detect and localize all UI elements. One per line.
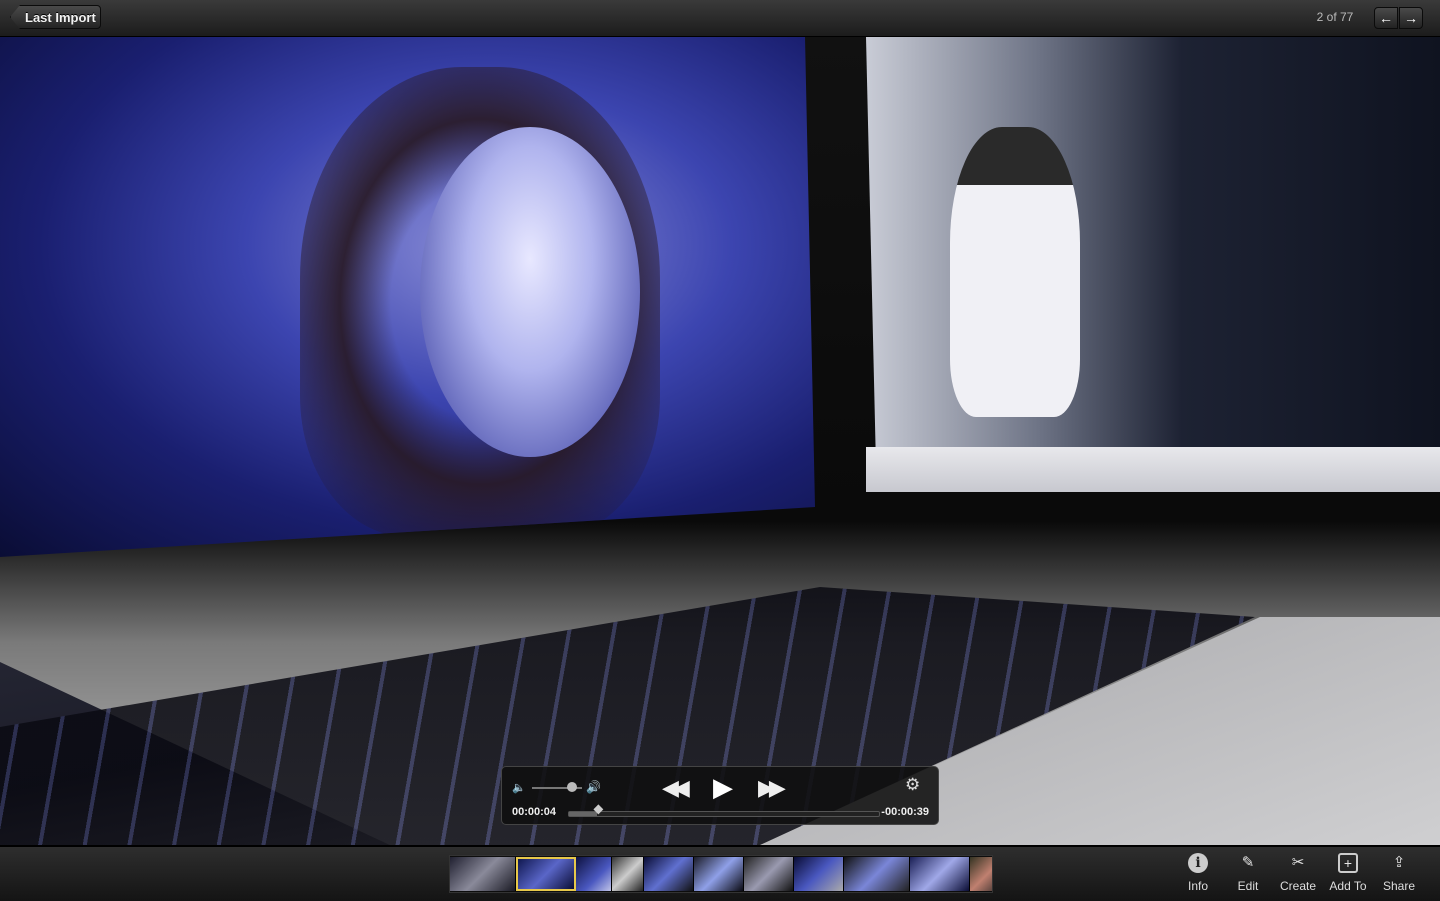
next-button[interactable]: → <box>1399 7 1423 29</box>
video-controls-hud: 🔈 🔊 ◀◀ ▶ ▶▶ ⚙ 00:00:04 -00:00:39 <box>501 766 939 825</box>
play-button[interactable]: ▶ <box>713 772 733 803</box>
info-icon: i <box>1188 853 1208 873</box>
fast-forward-button[interactable]: ▶▶ <box>758 775 786 801</box>
create-button[interactable]: ✂ Create <box>1273 853 1323 897</box>
filmstrip-thumbnail[interactable] <box>794 857 844 891</box>
settings-button[interactable]: ⚙ <box>905 775 920 795</box>
create-label: Create <box>1279 879 1317 893</box>
edit-label: Edit <box>1237 879 1259 893</box>
edit-button[interactable]: ✎ Edit <box>1223 853 1273 897</box>
top-toolbar: Last Import 2 of 77 ← → <box>0 0 1440 37</box>
remaining-time: -00:00:39 <box>881 806 929 818</box>
plus-box-icon: + <box>1338 853 1358 873</box>
filmstrip-thumbnail-selected[interactable] <box>516 857 576 891</box>
photo-right-screen-bezel <box>866 447 1440 492</box>
share-icon: ⇪ <box>1392 854 1406 871</box>
info-label: Info <box>1187 879 1208 893</box>
filmstrip-thumbnail[interactable] <box>970 857 992 891</box>
photo-counter: 2 of 77 <box>1316 10 1354 24</box>
filmstrip-thumbnail[interactable] <box>450 857 516 891</box>
volume-slider-knob[interactable] <box>567 782 577 792</box>
volume-high-icon[interactable]: 🔊 <box>586 780 601 794</box>
arrow-right-icon: → <box>1404 10 1418 26</box>
filmstrip-thumbnail[interactable] <box>910 857 970 891</box>
last-import-back-button[interactable]: Last Import <box>10 5 101 29</box>
filmstrip-thumbnail[interactable] <box>844 857 910 891</box>
create-icon: ✂ <box>1291 854 1305 871</box>
scrubber-progress <box>569 812 597 816</box>
info-button[interactable]: i Info <box>1173 853 1223 897</box>
filmstrip-thumbnail[interactable] <box>576 857 612 891</box>
photo-left-screen <box>0 37 815 557</box>
volume-low-icon[interactable]: 🔈 <box>512 781 526 794</box>
add-to-label: Add To <box>1329 879 1367 893</box>
photo-man <box>950 127 1080 417</box>
rewind-button[interactable]: ◀◀ <box>662 775 690 801</box>
filmstrip[interactable] <box>449 855 993 893</box>
add-to-button[interactable]: + Add To <box>1323 853 1373 897</box>
previous-button[interactable]: ← <box>1374 7 1398 29</box>
current-time: 00:00:04 <box>512 806 557 818</box>
video-viewer[interactable] <box>0 37 1440 845</box>
filmstrip-thumbnail[interactable] <box>744 857 794 891</box>
photo-face <box>420 127 640 457</box>
bottom-toolbar: i Info ✎ Edit ✂ Create + Add To ⇪ Share <box>0 846 1440 901</box>
share-button[interactable]: ⇪ Share <box>1374 853 1424 897</box>
gear-icon: ⚙ <box>905 775 921 794</box>
pencil-icon: ✎ <box>1241 854 1255 871</box>
filmstrip-thumbnail[interactable] <box>644 857 694 891</box>
rewind-icon: ◀◀ <box>662 775 690 800</box>
filmstrip-thumbnail[interactable] <box>694 857 744 891</box>
play-icon: ▶ <box>713 772 733 802</box>
filmstrip-thumbnail[interactable] <box>612 857 644 891</box>
arrow-left-icon: ← <box>1379 10 1393 26</box>
scrubber-track[interactable] <box>568 804 880 817</box>
share-label: Share <box>1382 879 1416 893</box>
fast-forward-icon: ▶▶ <box>758 775 786 800</box>
